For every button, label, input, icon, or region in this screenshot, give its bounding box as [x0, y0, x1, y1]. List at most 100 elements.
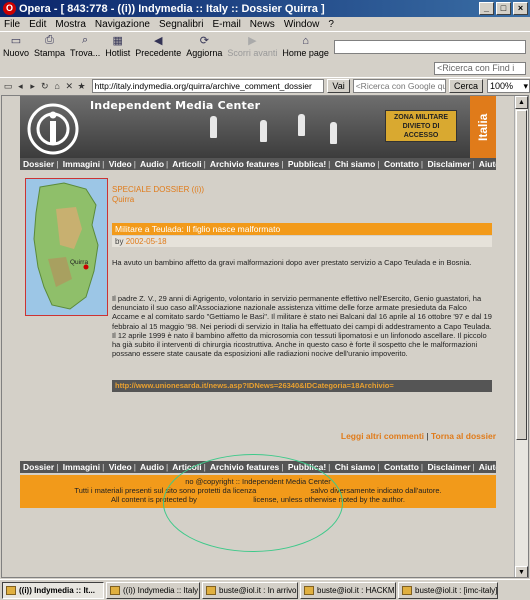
find-row: <Ricerca con Find i — [0, 61, 530, 75]
reload-button[interactable]: ⟳ Aggiorna — [186, 32, 222, 58]
browser-task-icon — [110, 585, 120, 595]
article-byline: by 2002-05-18 — [112, 236, 492, 247]
nav-dossier[interactable]: Dossier — [23, 159, 54, 169]
nav-articoli[interactable]: Articoli — [172, 159, 201, 169]
stop-icon[interactable]: ✕ — [64, 81, 74, 92]
nav-audio[interactable]: Audio — [140, 159, 164, 169]
forward-arrow-icon[interactable]: ▸ — [27, 81, 37, 92]
hotlist-icon: ▦ — [112, 35, 123, 47]
scroll-thumb[interactable] — [516, 110, 527, 440]
menu-edit[interactable]: Edit — [29, 19, 46, 30]
nav-video[interactable]: Video — [109, 159, 132, 169]
zoom-select[interactable]: 100% — [487, 79, 530, 93]
article-title: Militare a Teulada: Il figlio nasce malf… — [112, 223, 492, 235]
nav-aiuto[interactable]: Aiuto — [479, 159, 496, 169]
annotation-ellipse — [163, 454, 343, 552]
nav-immagini[interactable]: Immagini — [63, 462, 100, 472]
nav-immagini[interactable]: Immagini — [63, 159, 100, 169]
nav-chi-siamo[interactable]: Chi siamo — [335, 462, 376, 472]
print-icon: ⎙ — [45, 34, 54, 46]
menu-segnalibri[interactable]: Segnalibri — [159, 19, 203, 30]
imc-logo-icon — [27, 103, 79, 155]
reload-small-icon[interactable]: ↻ — [40, 81, 50, 92]
figure-image — [298, 114, 305, 136]
close-button[interactable]: × — [513, 2, 528, 15]
google-search-input[interactable]: <Ricerca con Google qui> — [352, 79, 446, 93]
back-to-dossier-link[interactable]: Torna al dossier — [431, 431, 496, 441]
find-input[interactable]: <Ricerca con Find i — [434, 62, 526, 75]
nav-chi-siamo[interactable]: Chi siamo — [335, 159, 376, 169]
task-inbox[interactable]: buste@iol.it : In arrivo — [202, 581, 298, 599]
menu-mostra[interactable]: Mostra — [55, 19, 86, 30]
find-icon: ⌕ — [82, 34, 89, 46]
article-body: Il padre Z. V., 29 anni di Agrigento, vo… — [112, 294, 492, 359]
scroll-down-icon[interactable]: ▼ — [515, 566, 528, 577]
scroll-up-icon[interactable]: ▲ — [515, 96, 528, 109]
map-image — [33, 182, 99, 310]
task-indymedia-active[interactable]: ((i)) Indymedia :: It... — [2, 581, 104, 599]
nav-dossier[interactable]: Dossier — [23, 462, 54, 472]
maximize-button[interactable]: □ — [496, 2, 511, 15]
title-bar[interactable]: O Opera - [ 843:778 - ((i)) Indymedia ::… — [0, 0, 530, 17]
nav-disclaimer[interactable]: Disclaimer — [428, 462, 471, 472]
nav-audio[interactable]: Audio — [140, 462, 164, 472]
more-comments-link[interactable]: Leggi altri commenti — [341, 431, 424, 441]
hotlist-button[interactable]: ▦ Hotlist — [105, 32, 130, 58]
go-button[interactable]: Vai — [327, 79, 350, 93]
home-small-icon[interactable]: ⌂ — [52, 81, 62, 92]
italia-tab[interactable]: Italia — [470, 96, 496, 158]
source-link[interactable]: http://www.unionesarda.it/news.asp?IDNew… — [112, 380, 492, 392]
special-line-2[interactable]: Quirra — [112, 195, 204, 205]
menu-bar: File Edit Mostra Navigazione Segnalibri … — [0, 17, 530, 31]
new-button[interactable]: ▭ Nuovo — [3, 32, 29, 58]
mail-task-icon — [304, 585, 314, 595]
bookmark-icon[interactable]: ★ — [76, 81, 86, 92]
task-indymedia[interactable]: ((i)) Indymedia :: Italy ::... — [106, 581, 200, 599]
print-button[interactable]: ⎙ Stampa — [34, 32, 65, 58]
map-label-quirra: Quirra — [70, 259, 89, 266]
nav-aiuto[interactable]: Aiuto — [479, 462, 496, 472]
find-button[interactable]: ⌕ Trova... — [70, 32, 100, 58]
comment-links: Leggi altri commenti | Torna al dossier — [340, 431, 496, 441]
home-button[interactable]: ⌂ Home page — [282, 32, 329, 59]
back-arrow-icon[interactable]: ◂ — [15, 81, 25, 92]
special-line-1: SPECIALE DOSSIER ((i)) — [112, 185, 205, 194]
back-button[interactable]: ◀ Precedente — [135, 32, 181, 58]
forward-button[interactable]: ▶ Scorri avanti — [227, 32, 277, 58]
back-icon: ◀ — [154, 35, 163, 47]
byline-prefix: by — [115, 237, 124, 246]
browser-task-icon — [6, 585, 16, 595]
address-row: ▭ ◂ ▸ ↻ ⌂ ✕ ★ http://italy.indymedia.org… — [0, 77, 530, 94]
menu-file[interactable]: File — [4, 19, 20, 30]
nav-disclaimer[interactable]: Disclaimer — [428, 159, 471, 169]
mail-task-icon — [206, 585, 216, 595]
page-icon[interactable]: ▭ — [3, 81, 13, 92]
menu-news[interactable]: News — [250, 19, 275, 30]
nav-contatto[interactable]: Contatto — [384, 462, 419, 472]
nav-contatto[interactable]: Contatto — [384, 159, 419, 169]
figure-image — [330, 122, 337, 144]
forward-icon: ▶ — [248, 35, 257, 47]
address-input[interactable]: http://italy.indymedia.org/quirra/archiv… — [91, 79, 325, 93]
menu-help[interactable]: ? — [328, 19, 334, 30]
search-button[interactable]: Cerca — [448, 79, 483, 93]
vertical-scrollbar[interactable]: ▲ ▼ — [514, 96, 528, 577]
sardinia-map[interactable]: Quirra — [25, 178, 108, 316]
minimize-button[interactable]: _ — [479, 2, 494, 15]
menu-email[interactable]: E-mail — [212, 19, 240, 30]
task-imc-italy[interactable]: buste@iol.it : [imc-italy] — [398, 581, 498, 599]
nav-video[interactable]: Video — [109, 462, 132, 472]
home-icon: ⌂ — [302, 34, 309, 47]
nav-pubblica[interactable]: Pubblica! — [288, 159, 326, 169]
military-sign: ZONA MILITARE DIVIETO DI ACCESSO — [385, 110, 457, 142]
byline-date: 2002-05-18 — [125, 237, 167, 246]
task-hackm[interactable]: buste@iol.it : HACKM... — [300, 581, 396, 599]
mail-task-icon — [402, 585, 412, 595]
figure-image — [210, 116, 217, 138]
menu-navigazione[interactable]: Navigazione — [95, 19, 150, 30]
menu-window[interactable]: Window — [284, 19, 320, 30]
top-nav: Dossier | Immagini | Video | Audio | Articol… — [20, 158, 496, 170]
figure-image — [260, 120, 267, 142]
nav-archivio[interactable]: Archivio features — [210, 159, 279, 169]
toolbar-field[interactable] — [334, 40, 526, 54]
